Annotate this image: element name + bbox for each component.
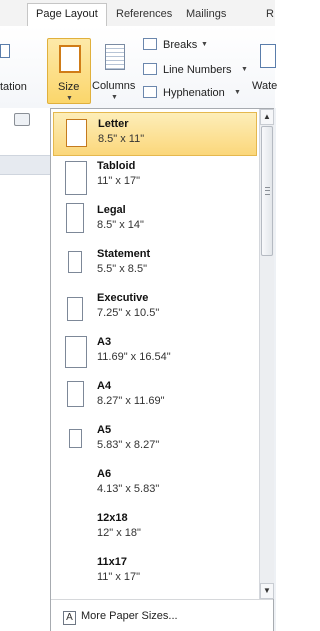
paper-size-tabloid[interactable]: Tabloid 11" x 17" <box>53 155 257 199</box>
paper-size-name: Tabloid <box>97 160 136 172</box>
paper-size-name: Legal <box>97 204 126 216</box>
paper-size-name: Letter <box>98 118 129 130</box>
scroll-down-arrow-icon[interactable]: ▼ <box>260 583 274 599</box>
page-icon <box>66 119 87 147</box>
paper-size-name: Executive <box>97 292 149 304</box>
ribbon-tabs: Page Layout References Mailings R <box>0 0 275 27</box>
paper-size-dims: 11" x 17" <box>97 175 141 187</box>
page-icon <box>66 203 84 233</box>
paper-size-a5[interactable]: A5 5.83" x 8.27" <box>53 419 257 463</box>
page-icon <box>67 381 84 407</box>
columns-button[interactable]: Columns ▼ <box>92 38 138 104</box>
more-paper-sizes-item[interactable]: A More Paper Sizes... <box>51 599 273 631</box>
document-left-area <box>0 108 51 631</box>
paper-size-name: A6 <box>97 468 112 480</box>
paper-size-dims: 4.13" x 5.83" <box>97 483 160 495</box>
chevron-down-icon: ▼ <box>234 89 241 96</box>
orientation-icon <box>0 44 10 58</box>
paper-size-statement[interactable]: Statement 5.5" x 8.5" <box>53 243 257 287</box>
paper-size-dims: 11" x 17" <box>97 571 141 583</box>
paper-size-11x17[interactable]: 11x17 11" x 17" <box>53 551 257 595</box>
paper-size-a3[interactable]: A3 11.69" x 16.54" <box>53 331 257 375</box>
page-icon <box>67 297 83 321</box>
line-numbers-button[interactable]: Line Numbers ▼ <box>141 61 251 79</box>
paper-size-12x18[interactable]: 12x18 12" x 18" <box>53 507 257 551</box>
tab-review[interactable]: R <box>266 8 274 20</box>
paper-size-legal[interactable]: Legal 8.5" x 14" <box>53 199 257 243</box>
breaks-icon <box>143 38 157 50</box>
hyphenation-icon <box>143 86 157 98</box>
print-icon <box>14 113 30 126</box>
grip-icon <box>265 187 270 195</box>
orientation-label: tation <box>0 81 27 93</box>
page-icon <box>68 251 82 273</box>
paper-size-dims: 5.83" x 8.27" <box>97 439 160 451</box>
paper-size-dims: 8.27" x 11.69" <box>97 395 165 407</box>
paper-size-name: Statement <box>97 248 151 260</box>
watermark-icon <box>260 44 276 68</box>
paper-size-name: A5 <box>97 424 112 436</box>
paper-size-dims: 12" x 18" <box>97 527 141 539</box>
page-setup-icon: A <box>63 611 76 625</box>
more-paper-sizes-label: More Paper Sizes... <box>81 610 178 622</box>
paper-size-a4[interactable]: A4 8.27" x 11.69" <box>53 375 257 419</box>
line-numbers-label: Line Numbers <box>163 64 232 76</box>
chevron-down-icon: ▼ <box>66 95 73 102</box>
chevron-down-icon: ▼ <box>111 94 118 101</box>
breaks-label: Breaks <box>163 39 198 51</box>
tab-page-layout[interactable]: Page Layout <box>27 3 107 26</box>
columns-icon <box>105 44 125 70</box>
line-numbers-icon <box>143 63 157 75</box>
paper-size-a6[interactable]: A6 4.13" x 5.83" <box>53 463 257 507</box>
paper-size-dims: 8.5" x 11" <box>98 133 145 145</box>
orientation-button[interactable]: tation <box>0 26 30 106</box>
paper-size-name: A4 <box>97 380 112 392</box>
ruler <box>0 155 50 175</box>
size-dropdown-menu: Letter 8.5" x 11" Tabloid 11" x 17" Lega… <box>50 108 274 631</box>
size-button[interactable]: Size ▼ <box>47 38 91 104</box>
paper-size-name: 11x17 <box>97 556 127 568</box>
tab-mailings[interactable]: Mailings <box>186 8 226 20</box>
watermark-button[interactable]: Wate <box>252 38 278 104</box>
chevron-down-icon: ▼ <box>201 41 208 48</box>
columns-label: Columns <box>92 80 136 92</box>
paper-size-dims: 7.25" x 10.5" <box>97 307 160 319</box>
menu-scrollbar[interactable]: ▲ ▼ <box>259 109 274 599</box>
page-icon <box>69 429 82 448</box>
breaks-button[interactable]: Breaks ▼ <box>141 36 241 54</box>
size-label: Size <box>58 81 80 93</box>
paper-size-letter[interactable]: Letter 8.5" x 11" <box>53 112 257 156</box>
paper-size-dims: 11.69" x 16.54" <box>97 351 171 363</box>
scroll-up-arrow-icon[interactable]: ▲ <box>260 109 274 125</box>
paper-size-name: 12x18 <box>97 512 128 524</box>
hyphenation-label: Hyphenation <box>163 87 225 99</box>
paper-size-list: Letter 8.5" x 11" Tabloid 11" x 17" Lega… <box>51 109 259 599</box>
paper-size-executive[interactable]: Executive 7.25" x 10.5" <box>53 287 257 331</box>
paper-size-name: A3 <box>97 336 112 348</box>
hyphenation-button[interactable]: Hyphenation ▼ <box>141 84 246 102</box>
tab-references[interactable]: References <box>116 8 172 20</box>
paper-size-dims: 5.5" x 8.5" <box>97 263 148 275</box>
scroll-thumb[interactable] <box>261 126 273 256</box>
chevron-down-icon: ▼ <box>241 66 248 73</box>
watermark-label: Wate <box>252 80 278 92</box>
ribbon-page-setup: tation Size ▼ Columns ▼ Breaks ▼ Line Nu… <box>0 26 278 109</box>
page-icon <box>65 336 87 368</box>
paper-size-dims: 8.5" x 14" <box>97 219 144 231</box>
page-icon <box>65 161 87 195</box>
size-icon <box>59 45 81 73</box>
